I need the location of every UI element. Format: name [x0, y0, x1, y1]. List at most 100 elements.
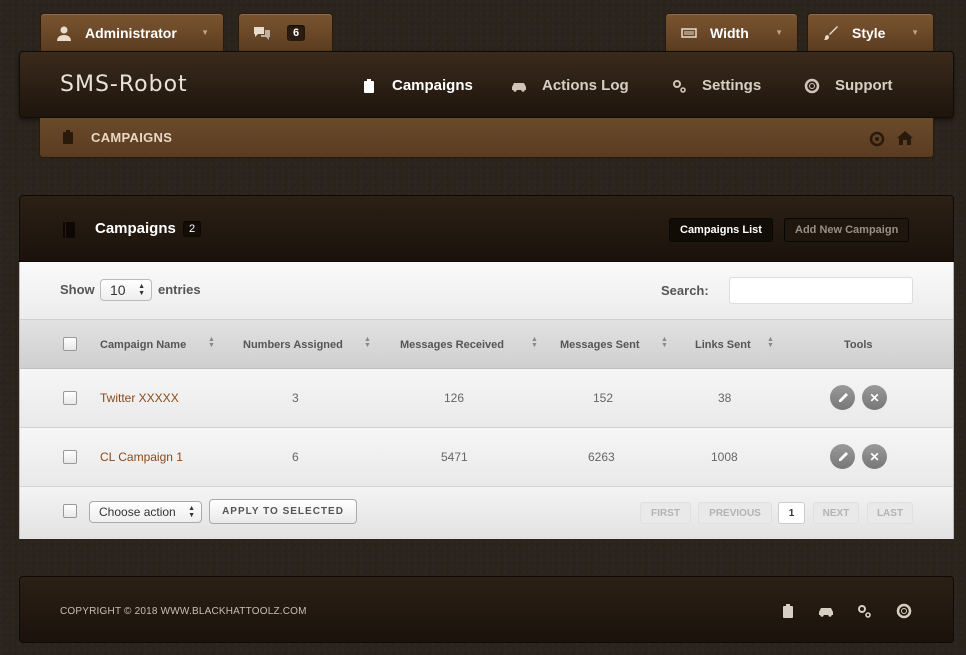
bulk-action-select[interactable]: Choose action ▲ ▼ [89, 501, 202, 523]
table-controls: Show 10 ▲ ▼ entries Search: [20, 262, 953, 320]
messages-tab[interactable]: 6 [238, 13, 333, 51]
messages-received: 5471 [441, 450, 468, 464]
table-footer: Choose action ▲ ▼ APPLY TO SELECTED FIRST… [20, 487, 953, 539]
home-icon[interactable] [896, 130, 914, 151]
chevron-down-icon: ▼ [911, 28, 919, 37]
bulk-action-value: Choose action [99, 505, 176, 519]
select-arrows-icon: ▲ ▼ [138, 283, 145, 297]
entries-select[interactable]: 10 ▲ ▼ [100, 279, 152, 301]
user-name: Administrator [85, 24, 177, 41]
pagination-last[interactable]: LAST [867, 502, 913, 524]
user-menu-tab[interactable]: Administrator ▼ [40, 13, 224, 51]
copyright-text: COPYRIGHT © 2018 WWW.BLACKHATTOOLZ.COM [60, 606, 307, 617]
sort-icon[interactable]: ▲ ▼ [531, 336, 538, 349]
show-label: Show [60, 282, 95, 297]
column-header-messages-received[interactable]: Messages Received [400, 339, 504, 351]
column-header-links-sent[interactable]: Links Sent [695, 339, 751, 351]
chat-icon [253, 24, 271, 42]
pagination-first[interactable]: FIRST [640, 502, 691, 524]
breadcrumb: CAMPAIGNS [39, 118, 934, 158]
column-header-messages-sent[interactable]: Messages Sent [560, 339, 639, 351]
brush-icon [822, 24, 840, 42]
notebook-icon [62, 221, 76, 244]
select-arrows-icon: ▲ ▼ [188, 505, 195, 519]
nav-item-label: Support [835, 77, 893, 94]
close-icon: ✕ [869, 449, 880, 464]
delete-button[interactable]: ✕ [862, 385, 887, 410]
edit-button[interactable] [830, 385, 855, 410]
select-all-bottom-checkbox[interactable] [63, 504, 77, 518]
clipboard-icon[interactable] [780, 603, 796, 619]
select-all-checkbox[interactable] [63, 337, 77, 351]
gears-icon [670, 78, 688, 94]
car-icon [510, 78, 528, 94]
sort-icon[interactable]: ▲ ▼ [364, 336, 371, 349]
breadcrumb-current: CAMPAIGNS [91, 130, 173, 145]
entries-value: 10 [110, 282, 126, 298]
brand-logo[interactable]: SMS-Robot [60, 72, 188, 97]
numbers-assigned: 3 [292, 391, 299, 405]
site-footer: COPYRIGHT © 2018 WWW.BLACKHATTOOLZ.COM [19, 576, 954, 643]
car-icon[interactable] [816, 603, 836, 619]
lifebuoy-icon[interactable] [896, 603, 912, 619]
messages-count-badge: 6 [287, 24, 306, 41]
table-header: Campaign Name ▲ ▼ Numbers Assigned ▲ ▼ Mes… [20, 320, 953, 369]
chevron-down-icon: ▼ [201, 28, 209, 37]
lifebuoy-icon[interactable] [869, 131, 885, 152]
messages-sent: 152 [593, 391, 614, 405]
nav-item-actions-log[interactable]: Actions Log [510, 77, 629, 94]
style-tab[interactable]: Style ▼ [807, 13, 934, 51]
user-icon [55, 24, 73, 42]
pagination-next[interactable]: NEXT [813, 502, 859, 524]
chevron-down-icon: ▼ [775, 28, 783, 37]
table-row: Twitter XXXXX 3 126 152 38 ✕ [20, 369, 953, 428]
links-sent: 1008 [711, 450, 738, 464]
width-label: Width [710, 24, 749, 41]
clipboard-icon [62, 129, 74, 150]
width-tab[interactable]: Width ▼ [665, 13, 798, 51]
close-icon: ✕ [869, 390, 880, 405]
numbers-assigned: 6 [292, 450, 299, 464]
campaigns-table-panel: Show 10 ▲ ▼ entries Search: Campaign Name… [19, 262, 954, 539]
campaigns-list-button[interactable]: Campaigns List [669, 218, 773, 242]
lifebuoy-icon [803, 78, 821, 94]
nav-item-settings[interactable]: Settings [670, 77, 761, 94]
messages-sent: 6263 [588, 450, 615, 464]
edit-button[interactable] [830, 444, 855, 469]
panel-title: Campaigns [95, 220, 176, 237]
table-row: CL Campaign 1 6 5471 6263 1008 ✕ [20, 428, 953, 487]
width-icon [680, 24, 698, 42]
search-input[interactable] [729, 277, 913, 304]
pagination-previous[interactable]: PREVIOUS [698, 502, 772, 524]
pagination-current-page[interactable]: 1 [778, 502, 805, 524]
main-navbar: SMS-Robot Campaigns Actions Log Settings… [19, 51, 954, 118]
pencil-icon [838, 451, 848, 461]
entries-label: entries [158, 282, 201, 297]
apply-to-selected-button[interactable]: APPLY TO SELECTED [209, 499, 357, 524]
delete-button[interactable]: ✕ [862, 444, 887, 469]
row-checkbox[interactable] [63, 391, 77, 405]
nav-item-label: Settings [702, 77, 762, 94]
campaign-name-link[interactable]: Twitter XXXXX [100, 391, 179, 405]
sort-icon[interactable]: ▲ ▼ [208, 336, 215, 349]
nav-item-label: Campaigns [392, 77, 473, 94]
messages-received: 126 [444, 391, 465, 405]
clipboard-icon [360, 78, 378, 94]
links-sent: 38 [718, 391, 732, 405]
row-checkbox[interactable] [63, 450, 77, 464]
column-header-numbers-assigned[interactable]: Numbers Assigned [243, 339, 343, 351]
add-new-campaign-button[interactable]: Add New Campaign [784, 218, 910, 242]
search-label: Search: [661, 283, 709, 298]
nav-item-support[interactable]: Support [803, 77, 893, 94]
sort-icon[interactable]: ▲ ▼ [661, 336, 668, 349]
nav-item-campaigns[interactable]: Campaigns [360, 77, 473, 94]
campaign-name-link[interactable]: CL Campaign 1 [100, 450, 183, 464]
gears-icon[interactable] [856, 603, 872, 619]
sort-icon[interactable]: ▲ ▼ [767, 336, 774, 349]
campaigns-count-badge: 2 [183, 221, 202, 237]
style-label: Style [852, 24, 886, 41]
nav-item-label: Actions Log [542, 77, 629, 94]
campaigns-panel-header: Campaigns 2 Campaigns List Add New Campa… [19, 195, 954, 262]
column-header-campaign-name[interactable]: Campaign Name [100, 339, 186, 351]
column-header-tools: Tools [844, 339, 873, 351]
